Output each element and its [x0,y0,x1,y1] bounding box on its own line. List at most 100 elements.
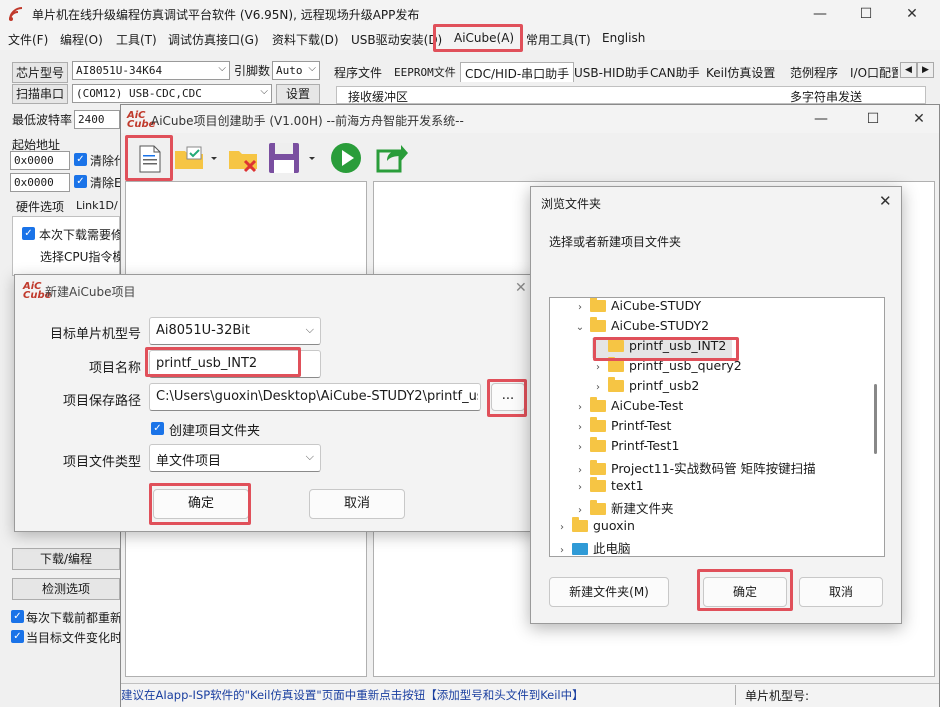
folder-tree[interactable]: › AiCube-STUDY ⌄ AiCube-STUDY2 printf_usb_IN… [549,297,885,557]
create-folder-checkbox[interactable]: ✓ [151,422,164,435]
detect-options-button[interactable]: 检测选项 [12,578,120,600]
reload-before-download-checkbox[interactable]: ✓ [11,610,24,623]
tree-row-label: Printf-Test [611,418,672,433]
tree-row[interactable]: › Project11-实战数码管 矩阵按键扫描 [574,458,816,478]
folder-icon [590,477,606,492]
chevron-right-icon[interactable]: › [574,402,586,413]
highlight-aicube-menu [433,24,523,52]
tree-row[interactable]: › Printf-Test [574,417,672,438]
dialog-close-icon[interactable]: ✕ [515,280,527,296]
browse-cancel-button[interactable]: 取消 [799,577,883,607]
chevron-right-icon[interactable]: › [574,505,586,516]
folder-icon [608,357,624,372]
tree-row[interactable]: › AiCube-STUDY [574,298,701,318]
port-settings-button[interactable]: 设置 [276,84,320,104]
save-project-toolbar-button[interactable] [267,141,317,175]
computer-icon [572,543,588,555]
chevron-right-icon[interactable]: › [574,482,586,493]
chevron-right-icon[interactable]: › [574,465,586,476]
tab-scroll-right-icon[interactable]: ▶ [917,62,934,78]
download-program-button[interactable]: 下载/编程 [12,548,120,570]
close-folder-icon [229,151,257,173]
tree-row[interactable]: › AiCube-Test [574,397,683,418]
new-folder-button[interactable]: 新建文件夹(M) [549,577,669,607]
menu-tools[interactable]: 工具(T) [116,31,157,48]
run-toolbar-button[interactable] [329,141,363,175]
tab-scroll-left-icon[interactable]: ◀ [900,62,917,78]
target-mcu-select[interactable]: Ai8051U-32Bit ⌵ [149,317,321,345]
aicube-close-button[interactable]: ✕ [899,105,939,133]
chevron-right-icon[interactable]: › [592,382,604,393]
window-title: 单片机在线升级编程仿真调试平台软件 (V6.95N), 远程现场升级APP发布 [32,8,420,22]
start-address-input-1[interactable]: 0x0000 [10,151,70,170]
menu-file[interactable]: 文件(F) [8,31,48,48]
file-type-label: 项目文件类型 [62,455,141,470]
tab-cdc-hid-serial[interactable]: CDC/HID-串口助手 [460,62,575,82]
close-project-toolbar-button[interactable] [227,143,261,175]
tree-row[interactable]: › guoxin [556,517,635,538]
export-arrow-icon [376,145,408,173]
tab-examples[interactable]: 范例程序 [786,62,842,82]
clear-eeprom-checkbox[interactable]: ✓ [74,175,87,188]
tab-eeprom-file[interactable]: EEPROM文件 [390,62,460,82]
menu-program[interactable]: 编程(O) [60,31,103,48]
tree-row[interactable]: › 此电脑 [556,538,631,556]
chip-type-label: 芯片型号 [12,62,69,83]
auto-reload-checkbox[interactable]: ✓ [11,630,24,643]
tab-usb-hid[interactable]: USB-HID助手 [570,62,653,82]
open-project-toolbar-button[interactable] [173,143,219,173]
tree-row[interactable]: › printf_usb2 [592,377,699,398]
start-address-input-2[interactable]: 0x0000 [10,173,70,192]
tree-row-label: AiCube-STUDY2 [611,318,710,333]
maximize-button[interactable]: ☐ [846,0,886,28]
new-project-cancel-button[interactable]: 取消 [309,489,405,519]
highlight-browse-ok [697,569,793,611]
scan-port-button[interactable]: 扫描串口 [12,84,68,104]
chevron-down-icon[interactable]: ⌄ [574,322,586,333]
menu-debug-interface[interactable]: 调试仿真接口(G) [168,31,259,48]
folder-icon [590,460,606,475]
tab-hardware-options[interactable]: 硬件选项 [16,198,64,215]
chevron-right-icon[interactable]: › [556,545,568,556]
clear-code-checkbox[interactable]: ✓ [74,153,87,166]
minimize-button[interactable]: — [800,0,840,28]
tree-row[interactable]: › text1 [574,477,644,498]
browse-instruction: 选择或者新建项目文件夹 [549,235,682,249]
file-type-select[interactable]: 单文件项目 ⌵ [149,444,321,472]
menu-downloads[interactable]: 资料下载(D) [272,31,339,48]
chip-type-select[interactable]: AI8051U-34K64 ⌵ [72,61,230,80]
menu-usb-driver[interactable]: USB驱动安装(D) [351,31,442,48]
tree-row[interactable]: › 新建文件夹 [574,498,674,518]
highlight-browse-button [487,379,527,417]
tab-io-config[interactable]: I/O口配置 [846,62,898,82]
aicube-minimize-button[interactable]: — [801,105,841,133]
tab-keil-sim[interactable]: Keil仿真设置 [702,62,779,82]
export-toolbar-button[interactable] [375,141,409,175]
tab-program-file[interactable]: 程序文件 [330,62,386,82]
close-button[interactable]: ✕ [892,0,932,28]
folder-icon [608,377,624,392]
tree-row-label: guoxin [593,518,635,533]
chevron-right-icon[interactable]: › [592,362,604,373]
pins-select[interactable]: Auto ⌵ [272,61,320,80]
modify-option-checkbox[interactable]: ✓ [22,227,35,240]
chevron-right-icon[interactable]: › [574,422,586,433]
tree-row[interactable]: › printf_usb_query2 [592,357,742,378]
com-port-select[interactable]: (COM12) USB-CDC,CDC ⌵ [72,84,272,103]
min-baud-select[interactable]: 2400 [74,110,120,129]
save-path-input[interactable]: C:\Users\guoxin\Desktop\AiCube-STUDY2\pr… [149,383,481,411]
menu-english[interactable]: English [602,31,645,45]
chevron-right-icon[interactable]: › [556,522,568,533]
tab-link1d[interactable]: Link1D/ [76,199,118,212]
browse-close-icon[interactable]: ✕ [879,192,892,210]
tree-row[interactable]: ⌄ AiCube-STUDY2 [574,317,710,338]
chevron-right-icon[interactable]: › [574,442,586,453]
tree-row[interactable]: › Printf-Test1 [574,437,679,458]
tree-row-label: text1 [611,478,644,493]
chevron-right-icon[interactable]: › [574,302,586,313]
menu-common-tools[interactable]: 常用工具(T) [526,31,591,48]
chevron-down-icon: ⌵ [305,323,314,336]
tree-scrollbar[interactable] [874,384,877,454]
aicube-maximize-button[interactable]: ☐ [853,105,893,133]
tab-can[interactable]: CAN助手 [646,62,704,82]
